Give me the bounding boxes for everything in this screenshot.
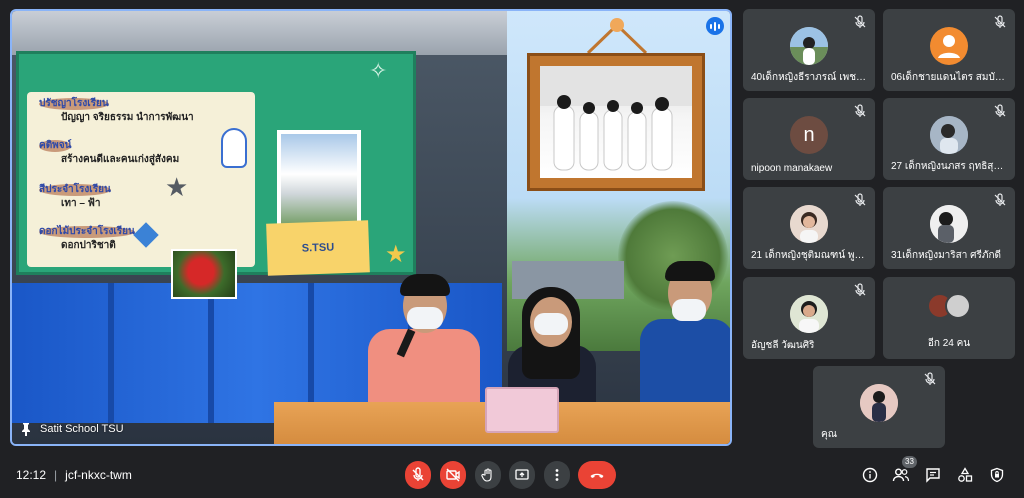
- slide-text-flower: ดอกปาริชาติ: [61, 240, 116, 251]
- mic-off-icon: [412, 467, 424, 481]
- leave-call-icon: [590, 473, 604, 478]
- participant-name: 31เด็กหญิงมาริสา ศรีภักดี: [891, 250, 1002, 261]
- more-participants-label: อีก 24 คน: [927, 338, 971, 349]
- participant-tile[interactable]: 06เด็กชายแดนไตร สมบัติบุญ: [883, 9, 1015, 91]
- host-controls-button[interactable]: [987, 465, 1007, 485]
- mic-muted-icon: [854, 283, 866, 296]
- participant-avatar: [790, 27, 828, 65]
- raise-hand-icon: [481, 468, 492, 482]
- person-icon: [938, 35, 960, 58]
- presenter-name: Satit School TSU: [40, 423, 124, 435]
- more-participants-tile[interactable]: อีก 24 คน: [883, 277, 1015, 359]
- participant-name: nipoon manakaew: [751, 163, 833, 174]
- photo-caption: S.TSU: [266, 220, 370, 276]
- slide-heading-motto: คติพจน์: [39, 140, 72, 152]
- separator: |: [54, 468, 58, 482]
- mic-muted-icon: [854, 193, 866, 206]
- mic-muted-icon: [854, 104, 866, 117]
- present-now-button[interactable]: [509, 461, 535, 489]
- slide-heading-flower: ดอกไม้ประจำโรงเรียน: [39, 226, 135, 238]
- slide-text-colors: เทา – ฟ้า: [61, 198, 101, 209]
- slide-text-motto: สร้างคนดีและคนเก่งสู่สังคม: [61, 154, 180, 165]
- activities-button[interactable]: [955, 465, 975, 485]
- participant-tile[interactable]: อัญชลี วัฒนศิริ: [743, 277, 875, 359]
- mic-muted-icon: [994, 104, 1006, 117]
- star-icon: ★: [385, 241, 407, 268]
- participant-avatar: [790, 205, 828, 243]
- self-participant-tile[interactable]: คุณ: [813, 366, 945, 448]
- raise-hand-button[interactable]: [475, 461, 501, 489]
- speaking-indicator-icon: [706, 17, 724, 35]
- meeting-details: 12:12 | jcf-nkxc-twm: [16, 468, 132, 482]
- participant-name: 27 เด็กหญิงนภสร ฤทธิสุนทร: [891, 161, 1009, 172]
- participant-avatar: [930, 205, 968, 243]
- participant-name: 40เด็กหญิงธีราภรณ์ เพชรส...: [751, 72, 869, 83]
- mic-muted-icon: [994, 193, 1006, 206]
- stacked-avatars: [927, 293, 973, 321]
- participant-avatar: [790, 295, 828, 333]
- participant-tile[interactable]: n nipoon manakaew: [743, 98, 875, 180]
- mic-muted-icon: [924, 372, 936, 385]
- meeting-controls-bar: 12:12 | jcf-nkxc-twm 33: [0, 452, 1024, 498]
- school-flower-photo: [171, 249, 237, 299]
- leave-call-button[interactable]: [578, 461, 616, 489]
- chat-button[interactable]: [923, 465, 943, 485]
- school-logo-icon: [221, 128, 247, 168]
- slide-heading-colors: สีประจำโรงเรียน: [39, 184, 111, 196]
- info-icon: [862, 467, 878, 483]
- participant-avatar: [930, 27, 968, 65]
- people-icon: [892, 468, 910, 482]
- microphone-toggle-button[interactable]: [405, 461, 431, 489]
- present-icon: [515, 469, 529, 480]
- participant-avatar: [930, 116, 968, 154]
- activities-icon: [958, 467, 973, 482]
- host-controls-icon: [990, 467, 1004, 483]
- participant-name: อัญชลี วัฒนศิริ: [751, 340, 815, 351]
- more-options-icon: [555, 469, 559, 481]
- mic-muted-icon: [994, 15, 1006, 28]
- pin-icon[interactable]: [20, 422, 32, 436]
- meeting-info-button[interactable]: [860, 465, 880, 485]
- participant-name: 21 เด็กหญิงชุติมณฑน์ พูลผล: [751, 250, 869, 261]
- sparkle-icon: ✧: [369, 58, 388, 83]
- students-photo: [540, 66, 692, 178]
- presenter-name-label: Satit School TSU: [20, 422, 124, 436]
- participant-tile[interactable]: 40เด็กหญิงธีราภรณ์ เพชรส...: [743, 9, 875, 91]
- participant-avatar-letter: n: [790, 116, 828, 154]
- mic-muted-icon: [854, 15, 866, 28]
- camera-off-icon: [446, 468, 460, 482]
- picture-frame: [527, 53, 705, 191]
- tablet-device: [485, 387, 559, 433]
- chat-icon: [926, 468, 940, 483]
- participant-avatar: [860, 384, 898, 422]
- star-icon: ★: [165, 172, 189, 202]
- participant-tile[interactable]: 21 เด็กหญิงชุติมณฑน์ พูลผล: [743, 187, 875, 269]
- frame-hanger-icon: [586, 18, 648, 55]
- slide-heading-philosophy: ปรัชญาโรงเรียน: [39, 98, 109, 110]
- participant-name: 06เด็กชายแดนไตร สมบัติบุญ: [891, 72, 1009, 83]
- participant-tile[interactable]: 31เด็กหญิงมาริสา ศรีภักดี: [883, 187, 1015, 269]
- clock-time: 12:12: [16, 468, 47, 482]
- participant-name: คุณ: [821, 429, 837, 440]
- slide-text-philosophy: ปัญญา จริยธรรม นำการพัฒนา: [61, 112, 194, 123]
- more-options-button[interactable]: [544, 461, 570, 489]
- presenter-video-tile[interactable]: ปรัชญาโรงเรียน ปัญญา จริยธรรม นำการพัฒนา…: [10, 9, 732, 446]
- camera-toggle-button[interactable]: [440, 461, 466, 489]
- people-button[interactable]: [891, 465, 911, 485]
- participant-tile[interactable]: 27 เด็กหญิงนภสร ฤทธิสุนทร: [883, 98, 1015, 180]
- school-info-slide: ปรัชญาโรงเรียน ปัญญา จริยธรรม นำการพัฒนา…: [16, 51, 416, 299]
- meeting-code: jcf-nkxc-twm: [65, 468, 132, 482]
